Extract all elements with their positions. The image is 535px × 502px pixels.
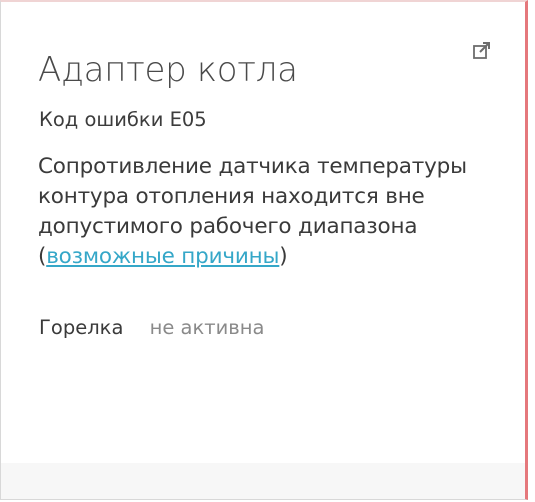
error-code: Код ошибки E05 [39,108,207,131]
description-link-line: (возможные причины) [38,242,518,272]
burner-status-value: не активна [149,316,265,339]
description-line: контура отопления находится вне [38,184,425,209]
page: Адаптер котла Код ошибки E05 Сопротивлен… [0,0,535,502]
error-description: Сопротивление датчика температуры контур… [38,152,518,272]
boiler-adapter-card: Адаптер котла Код ошибки E05 Сопротивлен… [0,0,528,500]
card-title: Адаптер котла [38,50,298,90]
description-line: Сопротивление датчика температуры [38,154,467,179]
external-link-icon[interactable] [471,40,493,62]
paren-close: ) [279,244,288,269]
description-line: допустимого рабочего диапазона [38,214,418,239]
card-footer [1,463,525,499]
paren-open: ( [38,244,47,269]
possible-causes-link[interactable]: возможные причины [46,244,279,269]
burner-status-row: Горелка не активна [39,316,265,339]
burner-label: Горелка [39,316,124,339]
